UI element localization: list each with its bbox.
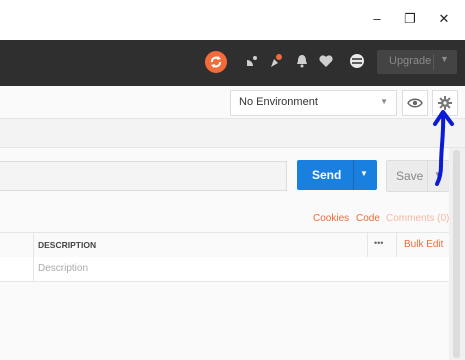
environment-selected: No Environment bbox=[239, 96, 318, 108]
table-row: Description bbox=[0, 257, 449, 282]
sync-icon bbox=[211, 56, 221, 68]
globe-icon bbox=[350, 54, 364, 68]
cookies-link[interactable]: Cookies bbox=[313, 213, 349, 224]
minimize-button[interactable]: – bbox=[364, 8, 390, 30]
environment-select[interactable]: No Environment ▼ bbox=[230, 90, 397, 116]
column-divider bbox=[396, 233, 397, 257]
satellite-icon bbox=[247, 56, 257, 66]
description-column-header: DESCRIPTION bbox=[38, 240, 97, 250]
favorites-button[interactable] bbox=[318, 53, 334, 69]
window-titlebar: – ❐ ✕ bbox=[0, 0, 465, 40]
params-table-header: DESCRIPTION ••• Bulk Edit bbox=[0, 232, 449, 258]
code-link[interactable]: Code bbox=[356, 213, 380, 224]
comments-link[interactable]: Comments (0) bbox=[386, 213, 449, 224]
send-divider bbox=[353, 160, 354, 190]
upgrade-button[interactable]: Upgrade ▼ bbox=[377, 50, 457, 74]
request-url-input[interactable] bbox=[0, 161, 287, 191]
bell-icon bbox=[297, 55, 307, 68]
chevron-down-icon: ▼ bbox=[380, 97, 388, 106]
notifications-button[interactable] bbox=[294, 53, 310, 69]
notification-feed-icon bbox=[271, 54, 282, 67]
upgrade-divider bbox=[433, 54, 434, 70]
chevron-down-icon[interactable]: ▼ bbox=[440, 54, 449, 64]
chevron-down-icon[interactable]: ▼ bbox=[360, 169, 368, 178]
more-options-icon[interactable]: ••• bbox=[374, 238, 383, 248]
heart-icon bbox=[319, 55, 333, 67]
close-icon: ✕ bbox=[438, 11, 450, 26]
upgrade-label: Upgrade bbox=[389, 55, 432, 67]
save-label: Save bbox=[396, 169, 424, 183]
sync-button[interactable] bbox=[205, 51, 227, 73]
eye-icon bbox=[407, 98, 423, 108]
close-button[interactable]: ✕ bbox=[431, 8, 457, 30]
bulk-edit-link[interactable]: Bulk Edit bbox=[404, 239, 443, 250]
column-divider bbox=[33, 257, 34, 281]
capture-requests-button[interactable] bbox=[244, 53, 260, 69]
send-button[interactable]: Send ▼ bbox=[297, 160, 377, 190]
restore-button[interactable]: ❐ bbox=[397, 8, 423, 30]
send-label: Send bbox=[312, 168, 342, 182]
minimize-icon: – bbox=[373, 11, 381, 26]
account-button[interactable] bbox=[349, 53, 365, 69]
app-header: Upgrade ▼ bbox=[0, 40, 465, 86]
restore-icon: ❐ bbox=[404, 11, 416, 26]
annotation-arrow-icon bbox=[433, 110, 454, 186]
environment-bar: No Environment ▼ bbox=[0, 86, 465, 119]
notifications-feed-button[interactable] bbox=[268, 53, 284, 69]
description-input[interactable]: Description bbox=[38, 263, 88, 274]
column-divider bbox=[367, 233, 368, 257]
request-tab-strip bbox=[0, 119, 465, 148]
column-divider bbox=[33, 233, 34, 257]
